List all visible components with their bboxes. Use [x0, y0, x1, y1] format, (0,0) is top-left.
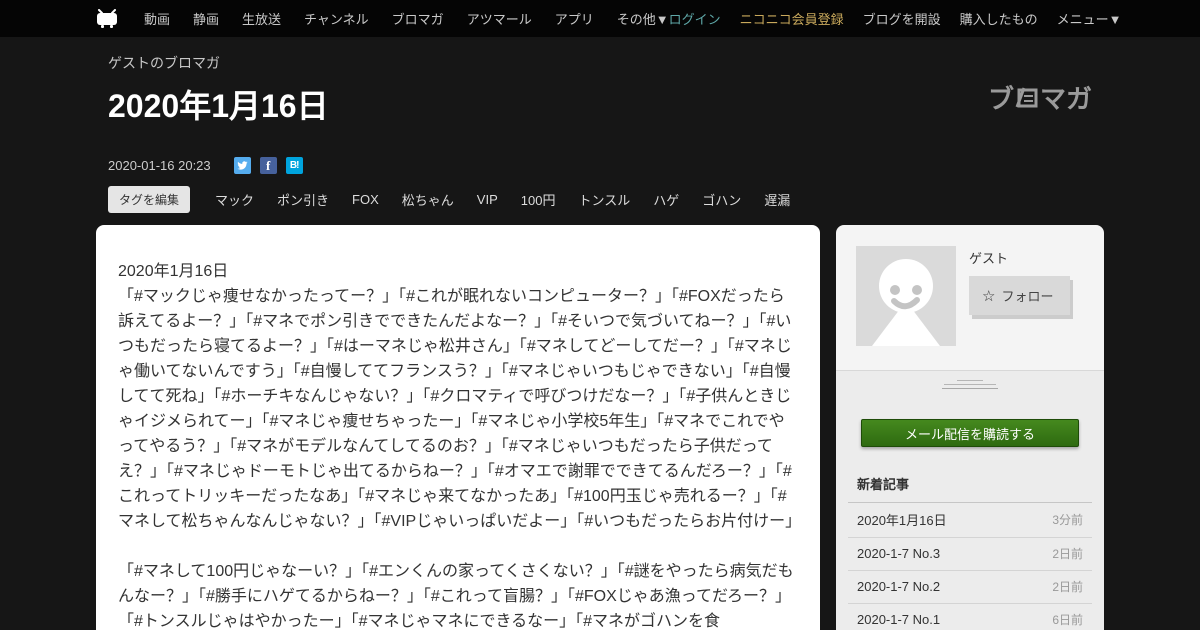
signup-link[interactable]: ニコニコ会員登録: [740, 9, 844, 28]
nav-item-video[interactable]: 動画: [144, 9, 170, 28]
blomaga-memo-icon: [1015, 86, 1039, 110]
nav-item-blomaga[interactable]: ブロマガ: [392, 9, 444, 28]
tag-link[interactable]: ゴハン: [694, 185, 749, 214]
navbar-left: 動画 静画 生放送 チャンネル ブロマガ アツマール アプリ その他▼: [96, 9, 669, 28]
tag-link[interactable]: マック: [207, 185, 262, 214]
divider-decoration: [836, 371, 1104, 389]
page-title: 2020年1月16日: [108, 88, 329, 124]
recent-articles-heading: 新着記事: [848, 474, 1092, 503]
article-body: 2020年1月16日 「#マックじゃ痩せなかったってー？」「#これが眠れないコン…: [96, 225, 820, 630]
avatar: [856, 246, 956, 346]
recent-articles: 新着記事 2020年1月16日 3分前 2020-1-7 No.3 2日前 20…: [836, 474, 1104, 630]
purchased-link[interactable]: 購入したもの: [960, 9, 1038, 28]
nav-item-atsumaru[interactable]: アツマール: [467, 9, 532, 28]
hatena-share-icon[interactable]: B!: [285, 157, 303, 174]
blomaga-logo[interactable]: ブ マガ: [988, 79, 1092, 116]
blomaga-logo-text-prefix: ブ: [987, 84, 1014, 114]
open-blog-link[interactable]: ブログを開設: [863, 9, 941, 28]
recent-article-time: 2日前: [1052, 547, 1083, 561]
article-date-line: 2020年1月16日: [118, 263, 229, 280]
author-name: ゲスト: [969, 251, 1009, 266]
sidebar: ゲスト ☆ フォロー メール配信を購読する 新着記事 2020年1月16日 3分…: [836, 225, 1104, 630]
author-profile-card: ゲスト ☆ フォロー: [836, 225, 1104, 370]
nav-item-seiga[interactable]: 静画: [193, 9, 219, 28]
profile-info: ゲスト ☆ フォロー: [969, 246, 1071, 346]
recent-article-title: 2020-1-7 No.1: [857, 612, 941, 627]
article-paragraph: 「#マックじゃ痩せなかったってー？」「#これが眠れないコンピューター？」「#FO…: [118, 288, 802, 530]
recent-article-row[interactable]: 2020-1-7 No.3 2日前: [848, 538, 1092, 571]
recent-article-title: 2020-1-7 No.3: [857, 546, 941, 561]
article-header: ゲストのブロマガ 2020年1月16日 ブ マガ 2020-01-16 20:2…: [0, 37, 1200, 214]
recent-article-time: 6日前: [1052, 613, 1083, 627]
nav-item-app[interactable]: アプリ: [555, 9, 594, 28]
recent-article-row[interactable]: 2020年1月16日 3分前: [848, 503, 1092, 538]
tag-link[interactable]: ポン引き: [269, 185, 337, 214]
twitter-share-icon[interactable]: [233, 157, 251, 174]
tag-link[interactable]: 100円: [513, 185, 564, 214]
main-layout: 2020年1月16日 「#マックじゃ痩せなかったってー？」「#これが眠れないコン…: [0, 214, 1200, 630]
sidebar-lower-section: メール配信を購読する 新着記事 2020年1月16日 3分前 2020-1-7 …: [836, 370, 1104, 630]
tag-row: タグを編集 マック ポン引き FOX 松ちゃん VIP 100円 トンスル ハゲ…: [108, 185, 1092, 214]
recent-article-title: 2020年1月16日: [857, 513, 947, 528]
blog-name[interactable]: ゲストのブロマガ: [108, 53, 1092, 73]
niconico-tv-icon[interactable]: [96, 9, 118, 28]
tag-link[interactable]: ハゲ: [645, 185, 687, 214]
recent-article-time: 2日前: [1052, 580, 1083, 594]
tag-link[interactable]: FOX: [344, 187, 387, 212]
follow-button-label: フォロー: [1001, 289, 1054, 304]
tag-link[interactable]: 松ちゃん: [394, 185, 462, 214]
recent-article-row[interactable]: 2020-1-7 No.2 2日前: [848, 571, 1092, 604]
mail-subscribe-button[interactable]: メール配信を購読する: [861, 419, 1079, 447]
login-link[interactable]: ログイン: [669, 9, 721, 28]
recent-article-row[interactable]: 2020-1-7 No.1 6日前: [848, 604, 1092, 630]
tag-link[interactable]: VIP: [469, 187, 506, 212]
navbar-right: ログイン ニコニコ会員登録 ブログを開設 購入したもの メニュー▼: [669, 9, 1122, 28]
recent-article-time: 3分前: [1052, 513, 1083, 527]
edit-tags-button[interactable]: タグを編集: [108, 186, 191, 213]
follow-button[interactable]: ☆ フォロー: [969, 276, 1071, 315]
blomaga-logo-text-suffix: マガ: [1039, 84, 1092, 114]
tag-link[interactable]: 遅漏: [756, 185, 798, 214]
facebook-share-icon[interactable]: f: [259, 157, 277, 174]
tag-link[interactable]: トンスル: [570, 185, 638, 214]
publish-timestamp: 2020-01-16 20:23: [108, 158, 211, 173]
nav-item-other-menu[interactable]: その他▼: [617, 9, 669, 28]
nav-item-channel[interactable]: チャンネル: [304, 9, 369, 28]
menu-dropdown[interactable]: メニュー▼: [1057, 9, 1122, 28]
article-meta-row: 2020-01-16 20:23 f B!: [108, 157, 1092, 174]
recent-article-title: 2020-1-7 No.2: [857, 579, 941, 594]
article-paragraph: 「#マネして100円じゃなーい？」「#エンくんの家ってくさくない？」「#謎をやっ…: [118, 563, 794, 630]
star-icon: ☆: [982, 287, 996, 305]
nav-item-live[interactable]: 生放送: [242, 9, 281, 28]
top-navbar: 動画 静画 生放送 チャンネル ブロマガ アツマール アプリ その他▼ ログイン…: [0, 0, 1200, 37]
